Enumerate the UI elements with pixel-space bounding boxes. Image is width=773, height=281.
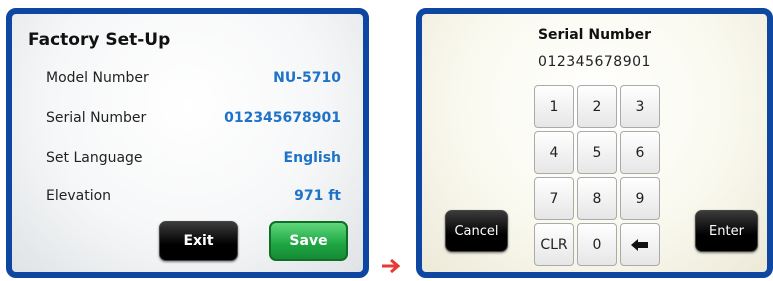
setting-row-serial-number[interactable]: Serial Number 012345678901 xyxy=(12,103,363,133)
enter-button[interactable]: Enter xyxy=(695,210,758,252)
setting-label: Elevation xyxy=(46,188,112,204)
setting-label: Model Number xyxy=(46,70,149,86)
save-button[interactable]: Save xyxy=(269,221,348,261)
key-0[interactable]: 0 xyxy=(577,223,617,266)
setting-row-elevation[interactable]: Elevation 971 ft xyxy=(12,181,363,211)
cancel-button[interactable]: Cancel xyxy=(445,210,508,252)
keypad-title: Serial Number xyxy=(537,27,652,43)
key-5[interactable]: 5 xyxy=(577,131,617,174)
key-2[interactable]: 2 xyxy=(577,85,617,128)
setting-value[interactable]: NU-5710 xyxy=(273,70,341,86)
key-9[interactable]: 9 xyxy=(620,177,660,220)
key-1[interactable]: 1 xyxy=(534,85,574,128)
key-7[interactable]: 7 xyxy=(534,177,574,220)
setting-label: Serial Number xyxy=(46,110,147,126)
key-4[interactable]: 4 xyxy=(534,131,574,174)
key-clr[interactable]: CLR xyxy=(534,223,574,266)
setting-value[interactable]: 012345678901 xyxy=(224,110,341,126)
serial-number-display: 012345678901 xyxy=(538,54,651,70)
numeric-keypad: 1 2 3 4 5 6 7 8 9 CLR 0 xyxy=(534,85,660,266)
key-8[interactable]: 8 xyxy=(577,177,617,220)
right-arrow-icon xyxy=(382,258,401,274)
key-6[interactable]: 6 xyxy=(620,131,660,174)
setting-label: Set Language xyxy=(46,150,143,166)
setting-value[interactable]: 971 ft xyxy=(294,188,341,204)
setting-row-set-language[interactable]: Set Language English xyxy=(12,143,363,173)
setting-row-model-number[interactable]: Model Number NU-5710 xyxy=(12,63,363,93)
backspace-key[interactable] xyxy=(620,223,660,266)
key-3[interactable]: 3 xyxy=(620,85,660,128)
exit-button[interactable]: Exit xyxy=(159,221,238,261)
factory-setup-screen: Factory Set-Up Model Number NU-5710 Seri… xyxy=(6,8,369,278)
serial-number-keypad-screen: Serial Number 012345678901 1 2 3 4 5 6 7… xyxy=(416,8,773,278)
screen-title: Factory Set-Up xyxy=(28,30,171,50)
setting-value[interactable]: English xyxy=(284,150,341,166)
backspace-arrow-icon xyxy=(631,238,648,251)
